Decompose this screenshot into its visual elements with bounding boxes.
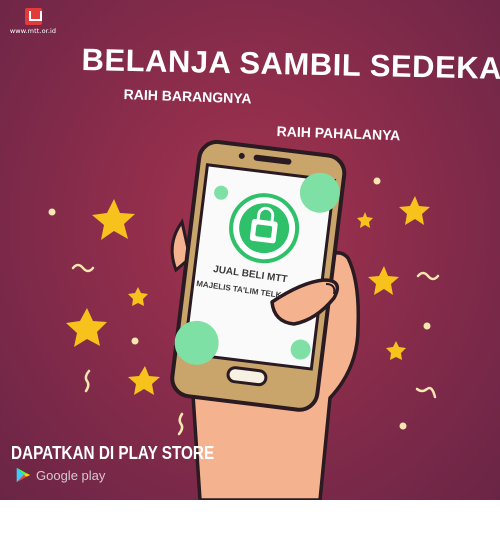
star-icon xyxy=(399,196,430,225)
star-icon xyxy=(92,199,135,240)
star-icon xyxy=(128,287,148,306)
star-icon xyxy=(386,341,406,360)
google-play-icon xyxy=(16,467,31,483)
star-icon xyxy=(368,266,399,295)
google-play-label: Google play xyxy=(36,467,106,483)
star-icon xyxy=(357,212,373,228)
poster: www.mtt.or.id BELANJA SAMBIL SEDEKAH RAI… xyxy=(0,0,500,500)
google-play-badge[interactable]: Google play xyxy=(14,466,105,484)
illustration xyxy=(48,139,440,500)
cta-text: DAPATKAN DI PLAY STORE xyxy=(11,443,215,463)
star-icon xyxy=(128,366,160,395)
star-icon xyxy=(66,308,107,347)
